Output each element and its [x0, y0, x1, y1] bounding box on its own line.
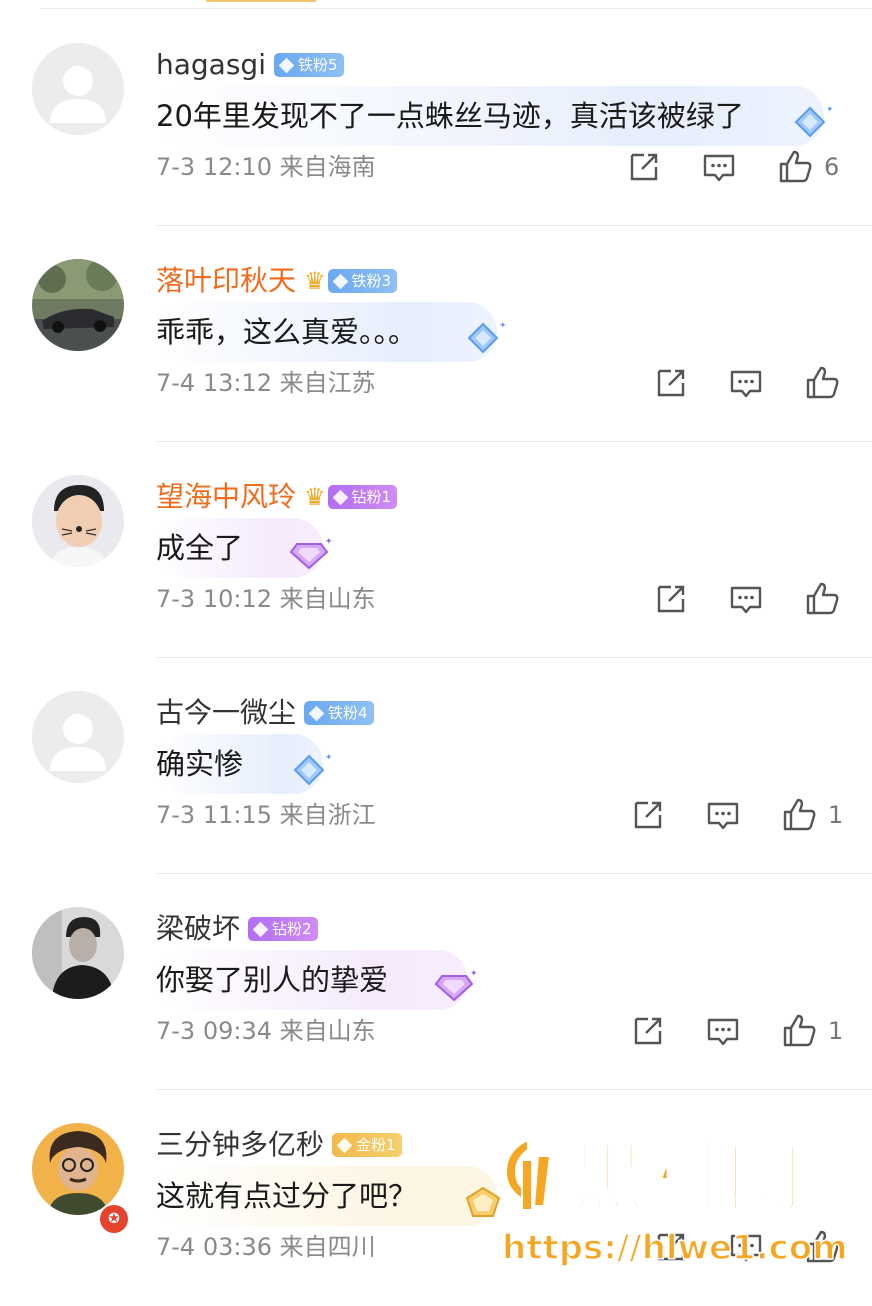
comment-text: 这就有点过分了吧？ — [156, 1179, 418, 1213]
share-icon[interactable] — [651, 363, 691, 403]
avatar[interactable] — [32, 43, 124, 135]
crown-icon: ♛ — [304, 483, 326, 511]
comment-text: 你娶了别人的挚爱 — [156, 963, 389, 997]
diamond-sparkle-icon — [465, 1186, 501, 1217]
like-icon[interactable] — [775, 147, 815, 187]
avatar[interactable] — [32, 475, 124, 567]
comment-meta: 7-3 10:12 来自山东 — [156, 585, 376, 613]
diamond-icon — [308, 705, 325, 721]
svg-text:✦: ✦ — [826, 105, 832, 115]
share-icon[interactable] — [624, 147, 664, 187]
comment-text: 乖乖，这么真爱。。。 — [156, 315, 418, 349]
svg-text:✦: ✦ — [325, 537, 331, 547]
like-icon[interactable] — [802, 363, 842, 403]
crown-icon: ♛ — [304, 267, 326, 295]
previous-tab-indicator — [206, 0, 316, 2]
like-icon[interactable] — [802, 579, 842, 619]
avatar[interactable] — [32, 1123, 124, 1215]
comment-meta: 7-3 09:34 来自山东 — [156, 1017, 376, 1045]
avatar[interactable] — [32, 907, 124, 999]
diamond-sparkle-icon: ✦ — [293, 753, 331, 786]
man-bw-photo-icon — [32, 907, 124, 999]
fan-badge[interactable]: 钻粉2 — [248, 917, 318, 941]
username[interactable]: 古今一微尘 — [156, 695, 296, 731]
default-avatar-icon — [32, 691, 124, 783]
like-icon[interactable] — [802, 1227, 842, 1267]
avatar[interactable] — [32, 259, 124, 351]
reply-icon[interactable] — [726, 363, 766, 403]
comment-bubble: 确实惨 ✦ — [156, 734, 331, 794]
like-count: 1 — [828, 1017, 844, 1045]
comment-item: 梁破坏 钻粉2 你娶了别人的挚爱 ✦ 7-3 09:34 来自山东 1 — [0, 874, 872, 1090]
comment-bubble: 你娶了别人的挚爱 ✦ — [156, 950, 476, 1010]
fan-badge[interactable]: 铁粉5 — [273, 53, 344, 77]
like-count: 6 — [824, 153, 840, 181]
reply-icon[interactable] — [726, 579, 766, 619]
diamond-icon — [278, 57, 295, 73]
previous-item-edge — [40, 0, 872, 9]
comment-item: 落叶印秋天 ♛ 铁粉3 乖乖，这么真爱。。。 ✦ 7-4 13:12 来自江苏 — [0, 226, 872, 442]
comment-text: 20年里发现不了一点蛛丝马迹，真活该被绿了 — [156, 99, 744, 133]
diamond-icon — [332, 273, 348, 289]
comment-text: 成全了 — [156, 531, 244, 565]
reply-icon[interactable] — [703, 1011, 743, 1051]
fan-badge[interactable]: 铁粉3 — [327, 269, 398, 293]
share-icon[interactable] — [651, 579, 691, 619]
comment-item: hagasgi 铁粉5 20年里发现不了一点蛛丝马迹，真活该被绿了 ✦ 7-3 … — [0, 10, 872, 226]
username[interactable]: hagasgi — [156, 47, 266, 83]
fan-badge[interactable]: 金粉1 — [332, 1133, 402, 1157]
fan-badge[interactable]: 钻粉1 — [327, 485, 398, 509]
username[interactable]: 三分钟多亿秒 — [156, 1127, 324, 1163]
diamond-icon — [252, 921, 269, 937]
default-avatar-icon — [32, 43, 124, 135]
comment-bubble: 这就有点过分了吧？ — [156, 1166, 501, 1226]
diamond-sparkle-icon: ✦ — [467, 321, 505, 354]
like-count: 1 — [828, 801, 844, 829]
verified-badge-icon: ✪ — [98, 1203, 130, 1235]
svg-text:✦: ✦ — [499, 321, 505, 331]
reply-icon[interactable] — [703, 795, 743, 835]
like-icon[interactable] — [779, 1011, 819, 1051]
reply-icon[interactable] — [726, 1227, 766, 1267]
svg-text:✦: ✦ — [325, 753, 331, 763]
comment-meta: 7-3 11:15 来自浙江 — [156, 801, 376, 829]
comment-item: ✪ 三分钟多亿秒 金粉1 这就有点过分了吧？ 7-4 03:36 来自四川 — [0, 1090, 872, 1306]
reply-icon[interactable] — [699, 147, 739, 187]
comment-meta: 7-3 12:10 来自海南 — [156, 153, 376, 181]
comment-text: 确实惨 — [156, 747, 244, 781]
diamond-sparkle-icon: ✦ — [794, 105, 832, 138]
username[interactable]: 梁破坏 — [156, 911, 240, 947]
diamond-icon — [336, 1137, 353, 1153]
car-photo-icon — [32, 259, 124, 351]
fan-badge[interactable]: 铁粉4 — [304, 701, 374, 725]
share-icon[interactable] — [651, 1227, 691, 1267]
comment-bubble: 20年里发现不了一点蛛丝马迹，真活该被绿了 ✦ — [156, 86, 832, 146]
like-icon[interactable] — [779, 795, 819, 835]
share-icon[interactable] — [628, 1011, 668, 1051]
comment-item: 古今一微尘 铁粉4 确实惨 ✦ 7-3 11:15 来自浙江 1 — [0, 658, 872, 874]
diamond-sparkle-icon: ✦ — [289, 537, 331, 570]
comment-bubble: 乖乖，这么真爱。。。 ✦ — [156, 302, 505, 362]
username[interactable]: 落叶印秋天 — [156, 263, 296, 299]
comment-item: 望海中风玲 ♛ 钻粉1 成全了 ✦ 7-3 10:12 来自山东 — [0, 442, 872, 658]
boy-photo-icon — [32, 475, 124, 567]
comment-meta: 7-4 13:12 来自江苏 — [156, 369, 376, 397]
diamond-sparkle-icon: ✦ — [434, 969, 476, 1002]
username[interactable]: 望海中风玲 — [156, 479, 296, 515]
diamond-icon — [332, 489, 348, 505]
avatar[interactable] — [32, 691, 124, 783]
cartoon-man-icon — [32, 1123, 124, 1215]
comment-bubble: 成全了 ✦ — [156, 518, 331, 578]
comment-meta: 7-4 03:36 来自四川 — [156, 1233, 376, 1261]
share-icon[interactable] — [628, 795, 668, 835]
svg-text:✦: ✦ — [470, 969, 476, 979]
